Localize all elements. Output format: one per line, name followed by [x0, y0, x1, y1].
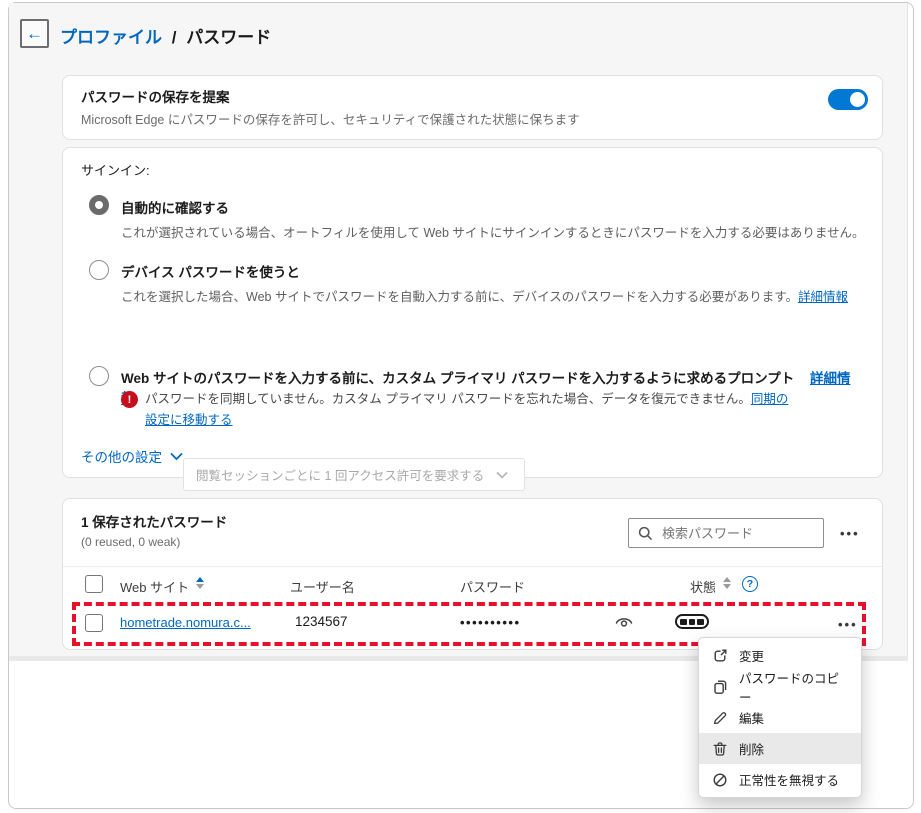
- save-passwords-description: Microsoft Edge にパスワードの保存を許可し、セキュリティで保護され…: [81, 109, 580, 128]
- block-icon: [712, 772, 728, 788]
- password-search-box: [628, 518, 824, 548]
- row-checkbox[interactable]: [85, 614, 103, 632]
- breadcrumb: プロファイル / パスワード: [60, 23, 271, 48]
- row-password-masked: ••••••••••: [460, 615, 521, 630]
- radio-auto-confirm-description: これが選択されている場合、オートフィルを使用して Web サイトにサインインする…: [121, 222, 865, 241]
- radio-device-password-label: デバイス パスワードを使うと: [121, 261, 300, 281]
- device-password-learn-more-link[interactable]: 詳細情報: [798, 290, 848, 304]
- radio-primary-password[interactable]: [89, 366, 109, 386]
- menu-item-copy-password-label: パスワードのコピー: [739, 668, 848, 706]
- menu-item-delete[interactable]: 削除: [699, 733, 861, 764]
- radio-device-password-description: これを選択した場合、Web サイトでパスワードを自動入力する前に、デバイスのパス…: [121, 286, 848, 305]
- edit-pencil-icon: [712, 710, 728, 726]
- signin-card: サインイン: 自動的に確認する これが選択されている場合、オートフィルを使用して…: [62, 147, 883, 478]
- breadcrumb-separator: /: [167, 28, 182, 47]
- sort-status-icon[interactable]: [723, 577, 731, 589]
- trash-icon: [712, 741, 728, 757]
- signin-label: サインイン:: [81, 160, 150, 179]
- open-external-icon: [712, 648, 728, 664]
- device-password-description-text: これを選択した場合、Web サイトでパスワードを自動入力する前に、デバイスのパス…: [121, 290, 798, 304]
- chevron-down-icon: [496, 467, 512, 483]
- menu-item-ignore-health[interactable]: 正常性を無視する: [699, 764, 861, 795]
- more-settings-link[interactable]: その他の設定: [81, 446, 186, 466]
- row-more-actions-button[interactable]: •••: [838, 617, 858, 632]
- save-passwords-title: パスワードの保存を提案: [81, 86, 230, 106]
- saved-passwords-subtitle: (0 reused, 0 weak): [81, 535, 180, 549]
- row-website-link[interactable]: hometrade.nomura.c...: [120, 615, 251, 630]
- chevron-down-icon: [170, 448, 186, 464]
- column-header-website[interactable]: Web サイト: [120, 577, 189, 596]
- passwords-more-actions-button[interactable]: •••: [840, 526, 860, 541]
- select-all-checkbox[interactable]: [85, 575, 103, 593]
- menu-item-copy-password[interactable]: パスワードのコピー: [699, 671, 861, 702]
- menu-item-change-label: 変更: [739, 646, 764, 665]
- menu-item-edit[interactable]: 編集: [699, 702, 861, 733]
- sync-warning-text: パスワードを同期していません。カスタム プライマリ パスワードを忘れた場合、デー…: [145, 392, 751, 406]
- menu-item-ignore-health-label: 正常性を無視する: [739, 770, 839, 789]
- table-header-divider: [63, 566, 882, 567]
- back-arrow-icon: ←: [26, 24, 43, 44]
- status-help-icon[interactable]: ?: [742, 576, 758, 592]
- column-header-password: パスワード: [460, 577, 525, 596]
- sync-warning-icon: !: [121, 391, 138, 408]
- row-username: 1234567: [295, 614, 348, 629]
- menu-item-change[interactable]: 変更: [699, 640, 861, 671]
- row-context-menu: 変更 パスワードのコピー 編集 削除: [698, 637, 862, 798]
- back-button[interactable]: ←: [20, 19, 49, 48]
- menu-item-edit-label: 編集: [739, 708, 764, 727]
- permission-frequency-dropdown[interactable]: 閲覧セッションごとに 1 回アクセス許可を要求する: [183, 458, 525, 491]
- column-header-username: ユーザー名: [290, 577, 355, 596]
- primary-password-label-text: Web サイトのパスワードを入力する前に、カスタム プライマリ パスワードを入力…: [121, 371, 794, 386]
- radio-device-password[interactable]: [89, 260, 109, 280]
- save-passwords-toggle[interactable]: [828, 89, 868, 110]
- more-settings-label: その他の設定: [81, 446, 162, 466]
- sort-website-icon[interactable]: [196, 577, 204, 589]
- search-icon: [638, 525, 654, 541]
- saved-passwords-title: 1 保存されたパスワード: [81, 511, 227, 531]
- radio-auto-confirm-label: 自動的に確認する: [121, 197, 229, 217]
- radio-auto-confirm[interactable]: [89, 195, 109, 215]
- breadcrumb-current: パスワード: [186, 28, 271, 47]
- password-health-indicator: [675, 614, 709, 629]
- password-search-input[interactable]: [662, 526, 812, 541]
- column-header-status[interactable]: 状態: [690, 577, 716, 596]
- menu-item-delete-label: 削除: [739, 739, 764, 758]
- breadcrumb-profile[interactable]: プロファイル: [60, 28, 162, 47]
- show-password-eye-icon[interactable]: [614, 612, 634, 630]
- sync-warning-message: パスワードを同期していません。カスタム プライマリ パスワードを忘れた場合、デー…: [145, 389, 790, 431]
- toggle-knob: [850, 92, 865, 107]
- save-passwords-card: パスワードの保存を提案 Microsoft Edge にパスワードの保存を許可し…: [62, 75, 883, 140]
- copy-icon: [712, 679, 728, 695]
- dropdown-selected-value: 閲覧セッションごとに 1 回アクセス許可を要求する: [196, 465, 484, 484]
